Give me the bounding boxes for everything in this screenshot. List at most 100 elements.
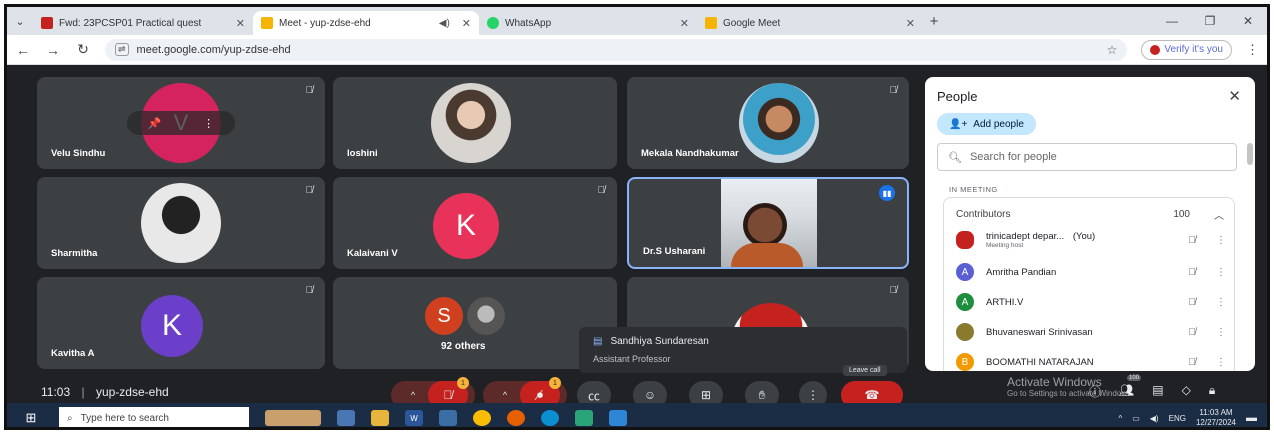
participant-row[interactable]: A ARTHI.V 🎙̸ ⋮ xyxy=(956,290,1226,314)
tab-title: WhatsApp xyxy=(505,17,552,29)
contributors-label: Contributors xyxy=(956,208,1011,220)
file-explorer-icon[interactable] xyxy=(371,410,389,426)
search-icon: ⌕ xyxy=(67,412,73,424)
windows-start-icon[interactable]: ⊞ xyxy=(17,410,45,426)
add-people-button[interactable]: 👤+ Add people xyxy=(937,113,1036,135)
bookmark-star-icon[interactable]: ☆ xyxy=(1107,43,1118,57)
avatar xyxy=(956,323,974,341)
close-icon[interactable]: ✕ xyxy=(462,17,471,30)
more-options-icon[interactable]: ⋮ xyxy=(1202,235,1226,246)
close-icon[interactable]: ✕ xyxy=(680,17,689,30)
chrome-icon[interactable] xyxy=(473,410,491,426)
mic-off-icon[interactable]: 🎙̸ xyxy=(1182,267,1202,278)
activities-icon[interactable]: ◇ xyxy=(1182,383,1191,400)
mic-off-icon[interactable]: 🎙̸ xyxy=(1182,235,1202,246)
participant-row[interactable]: Bhuvaneswari Srinivasan 🎙̸ ⋮ xyxy=(956,320,1226,344)
close-icon[interactable]: ✕ xyxy=(236,17,245,30)
mic-off-icon: 🎙̸ xyxy=(305,85,314,96)
app-icon-2[interactable] xyxy=(609,410,627,426)
tab-whatsapp[interactable]: WhatsApp ✕ xyxy=(479,11,697,35)
participant-tile[interactable]: 🎙̸ K Kalaivani V xyxy=(333,177,617,269)
participant-row[interactable]: B BOOMATHI NATARAJAN 🎙̸ ⋮ xyxy=(956,350,1226,371)
app-icon[interactable] xyxy=(575,410,593,426)
chat-icon[interactable]: ▤ xyxy=(1152,383,1163,400)
minimize-icon[interactable]: — xyxy=(1153,14,1191,28)
close-icon[interactable]: ✕ xyxy=(906,17,915,30)
tab-title: Fwd: 23PCSP01 Practical quest xyxy=(59,17,202,29)
right-controls: ⓘ 👥︎ 100 ▤ ◇ 🔒︎ xyxy=(1089,375,1215,400)
camera-options-chevron-icon[interactable]: ^ xyxy=(490,390,520,400)
lock-icon[interactable]: 🔒︎ xyxy=(1209,383,1215,400)
tab-gmail[interactable]: Fwd: 23PCSP01 Practical quest ✕ xyxy=(33,11,253,35)
volume-icon[interactable]: ◀) xyxy=(1150,414,1159,423)
participant-row[interactable]: trinicadept depar... (You) Meeting host … xyxy=(956,228,1226,252)
edge-icon[interactable] xyxy=(541,410,559,426)
firefox-icon[interactable] xyxy=(507,410,525,426)
mic-off-icon[interactable]: 🎙̸ xyxy=(1182,357,1202,368)
popup-name: ▤ Sandhiya Sundaresan xyxy=(593,336,709,347)
participant-tile[interactable]: 🎙̸ Mekala Nandhakumar xyxy=(627,77,909,169)
avatar: B xyxy=(956,353,974,371)
avatar-initial: S xyxy=(437,304,451,327)
tab-google-meet[interactable]: Google Meet ✕ xyxy=(697,11,923,35)
chevron-up-icon[interactable]: ^ xyxy=(1118,414,1122,423)
participant-tile[interactable]: 🎙̸ K Kavitha A xyxy=(37,277,325,369)
participant-tile[interactable]: loshini xyxy=(333,77,617,169)
more-options-icon[interactable]: ⋮ xyxy=(1202,357,1226,368)
scroll-thumb[interactable] xyxy=(1247,143,1253,165)
network-icon[interactable]: ▭ xyxy=(1132,414,1140,423)
more-options-icon[interactable]: ⋮ xyxy=(1202,297,1226,308)
avatar: S xyxy=(425,297,463,335)
reload-icon[interactable]: ↻ xyxy=(75,41,91,58)
search-people-input[interactable]: 🔍︎ Search for people xyxy=(937,143,1237,171)
notifications-icon[interactable]: ▬ xyxy=(1246,412,1257,424)
participant-photo xyxy=(141,183,221,263)
site-info-icon[interactable]: ⇌ xyxy=(115,43,129,56)
more-options-icon[interactable]: ⋮ xyxy=(1202,327,1226,338)
tab-meet[interactable]: Meet - yup-zdse-ehd ◀) ✕ xyxy=(253,11,479,35)
more-options-icon[interactable]: ⋮ xyxy=(203,117,214,130)
info-icon[interactable]: ⓘ xyxy=(1089,383,1101,400)
mic-off-icon[interactable]: 🎙̸ xyxy=(1182,327,1202,338)
restore-icon[interactable]: ❐ xyxy=(1191,14,1229,28)
people-icon[interactable]: 👥︎ 100 xyxy=(1119,375,1142,400)
participant-row[interactable]: A Amritha Pandian 🎙̸ ⋮ xyxy=(956,260,1226,284)
participant-tile[interactable]: 🎙̸ V 📌 ⋮ Velu Sindhu xyxy=(37,77,325,169)
mic-options-chevron-icon[interactable]: ^ xyxy=(398,390,428,400)
back-icon[interactable]: ← xyxy=(15,42,31,58)
word-icon[interactable]: W xyxy=(405,410,423,426)
participant-name: ARTHI.V xyxy=(986,296,1024,308)
photos-icon[interactable] xyxy=(439,410,457,426)
participant-tile[interactable]: 🎙̸ Sharmitha xyxy=(37,177,325,269)
language-indicator[interactable]: ENG xyxy=(1169,414,1186,423)
others-tile[interactable]: S 92 others xyxy=(333,277,617,369)
contributors-header[interactable]: Contributors 100 ︿ xyxy=(956,204,1224,224)
avatar-initial: K xyxy=(161,309,182,342)
scrollbar[interactable] xyxy=(1247,143,1253,363)
taskbar-search-input[interactable]: ⌕ Type here to search xyxy=(59,407,249,427)
forward-icon[interactable]: → xyxy=(45,42,61,58)
chevron-up-icon[interactable]: ︿ xyxy=(1214,207,1224,222)
task-view-icon[interactable] xyxy=(337,410,355,426)
clock[interactable]: 11:03 AM 12/27/2024 xyxy=(1196,408,1236,427)
audio-icon[interactable]: ◀) xyxy=(439,18,450,29)
news-widget-icon[interactable] xyxy=(265,410,321,426)
participant-name: loshini xyxy=(347,148,378,159)
new-tab-button[interactable]: + xyxy=(923,13,945,30)
participant-photo xyxy=(431,83,511,163)
close-window-icon[interactable]: ✕ xyxy=(1229,14,1267,28)
browser-menu-icon[interactable]: ⋮ xyxy=(1246,42,1259,58)
verify-profile-button[interactable]: Verify it's you xyxy=(1141,39,1232,60)
search-placeholder: Search for people xyxy=(969,151,1057,163)
participant-tile-active-speaker[interactable]: ▮▮ Dr.S Usharani xyxy=(627,177,909,269)
pin-icon[interactable]: 📌 xyxy=(148,117,162,130)
tile-hover-controls: 📌 ⋮ xyxy=(127,111,235,135)
warning-badge: 1 xyxy=(549,377,561,389)
mic-off-icon[interactable]: 🎙̸ xyxy=(1182,297,1202,308)
url-bar[interactable]: ⇌ meet.google.com/yup-zdse-ehd ☆ xyxy=(105,38,1128,61)
tab-search-icon[interactable]: ⌄ xyxy=(7,7,33,35)
more-options-icon[interactable]: ⋮ xyxy=(1202,267,1226,278)
mic-off-icon: 🎙̸ xyxy=(305,185,314,196)
close-panel-icon[interactable]: ✕ xyxy=(1228,87,1241,105)
contributors-count: 100 xyxy=(1173,208,1190,220)
